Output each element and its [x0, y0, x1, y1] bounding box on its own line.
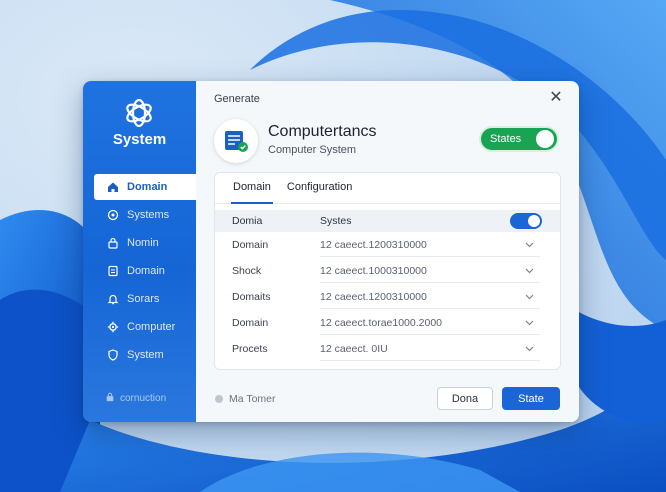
close-icon[interactable]: ✕ [547, 89, 565, 107]
row-label: Domain [232, 239, 269, 251]
sidebar-item-domain-2[interactable]: Domain [94, 258, 196, 284]
sidebar-item-sorars[interactable]: Sorars [94, 286, 196, 312]
lock-icon [107, 237, 119, 249]
table-row: Domain 12 caeect.torae1000.2000 [215, 310, 560, 336]
chevron-down-icon [525, 265, 534, 277]
value-dropdown[interactable]: 12 caeect.1000310000 [320, 259, 540, 283]
status-toggle[interactable]: States [479, 126, 559, 152]
document-check-icon [225, 131, 248, 152]
chevron-down-icon [525, 343, 534, 355]
tab-domain[interactable]: Domain [225, 173, 279, 204]
footer-status: Ma Tomer [215, 393, 276, 405]
sidebar-item-systems[interactable]: Systems [94, 202, 196, 228]
tab-configuration[interactable]: Configuration [279, 173, 360, 203]
value-dropdown[interactable]: 12 caeect. 0IU [320, 337, 540, 361]
column-header-value: Systes [320, 215, 352, 227]
status-toggle-label: States [490, 133, 522, 145]
app-subtitle: Computer System [268, 144, 357, 156]
value-dropdown[interactable]: 12 caeect.1200310000 [320, 285, 540, 309]
dropdown-value: 12 caeect.1200310000 [320, 238, 427, 251]
sidebar-item-system[interactable]: System [94, 342, 196, 368]
sidebar-item-label: Sorars [127, 293, 160, 305]
sidebar-footer-label: cornuction [120, 393, 167, 404]
document-icon [107, 265, 119, 277]
circle-icon [107, 209, 119, 221]
primary-button[interactable]: State [502, 387, 560, 410]
sidebar-item-label: Domain [127, 265, 165, 277]
dropdown-value: 12 caeect. 0IU [320, 342, 388, 355]
table-row: Procets 12 caeect. 0IU [215, 336, 560, 362]
sidebar-item-computer[interactable]: Computer [94, 314, 196, 340]
value-dropdown[interactable]: 12 caeect.1200310000 [320, 233, 540, 257]
sidebar-item-label: Computer [127, 321, 176, 333]
table-row: Domaits 12 caeect.1200310000 [215, 284, 560, 310]
table-row: Domain 12 caeect.1200310000 [215, 232, 560, 258]
sidebar-footer: cornuction [105, 392, 166, 405]
row-label: Domain [232, 317, 269, 329]
settings-panel: Domain Configuration Domia Systes Domain… [214, 172, 561, 370]
sidebar-item-nomin[interactable]: Nomin [94, 230, 196, 256]
dialog-main: Generate ✕ Computertancs Computer System… [196, 81, 579, 422]
sidebar-nav: Domain Systems Nomin Domain Sorars Compu… [94, 174, 196, 370]
table-row: Shock 12 caeect.1000310000 [215, 258, 560, 284]
chevron-down-icon [525, 239, 534, 251]
value-dropdown[interactable]: 12 caeect.torae1000.2000 [320, 311, 540, 335]
logo-icon [126, 98, 152, 128]
dropdown-value: 12 caeect.1200310000 [320, 290, 427, 303]
sidebar-item-domain[interactable]: Domain [94, 174, 196, 200]
table-header: Domia Systes [215, 210, 560, 232]
secondary-button[interactable]: Dona [437, 387, 493, 410]
app-icon [214, 119, 258, 163]
toggle-knob [536, 130, 554, 148]
row-label: Shock [232, 265, 262, 277]
dialog-title: Generate [214, 93, 260, 105]
brand-name: System [112, 131, 167, 148]
status-dot-icon [215, 395, 223, 403]
bell-icon [107, 293, 119, 305]
lock-icon [105, 392, 115, 405]
app-name: Computertancs [268, 123, 377, 140]
gear-icon [107, 321, 119, 333]
home-icon [107, 181, 119, 193]
column-header-name: Domia [232, 215, 263, 227]
settings-dialog: System Domain Systems Nomin Domain Sorar… [83, 81, 579, 422]
shield-icon [107, 349, 119, 361]
tab-bar: Domain Configuration [215, 173, 560, 204]
chevron-down-icon [525, 291, 534, 303]
sidebar-item-label: Systems [127, 209, 170, 221]
sidebar: System Domain Systems Nomin Domain Sorar… [83, 81, 196, 422]
chevron-down-icon [525, 317, 534, 329]
sidebar-item-label: Nomin [127, 237, 159, 249]
dropdown-value: 12 caeect.1000310000 [320, 264, 427, 277]
row-label: Procets [232, 343, 268, 355]
toggle-knob [528, 215, 540, 227]
header-toggle[interactable] [510, 213, 542, 229]
dropdown-value: 12 caeect.torae1000.2000 [320, 316, 443, 329]
footer-status-label: Ma Tomer [229, 393, 276, 405]
sidebar-item-label: Domain [127, 181, 168, 193]
sidebar-item-label: System [127, 349, 164, 361]
row-label: Domaits [232, 291, 271, 303]
